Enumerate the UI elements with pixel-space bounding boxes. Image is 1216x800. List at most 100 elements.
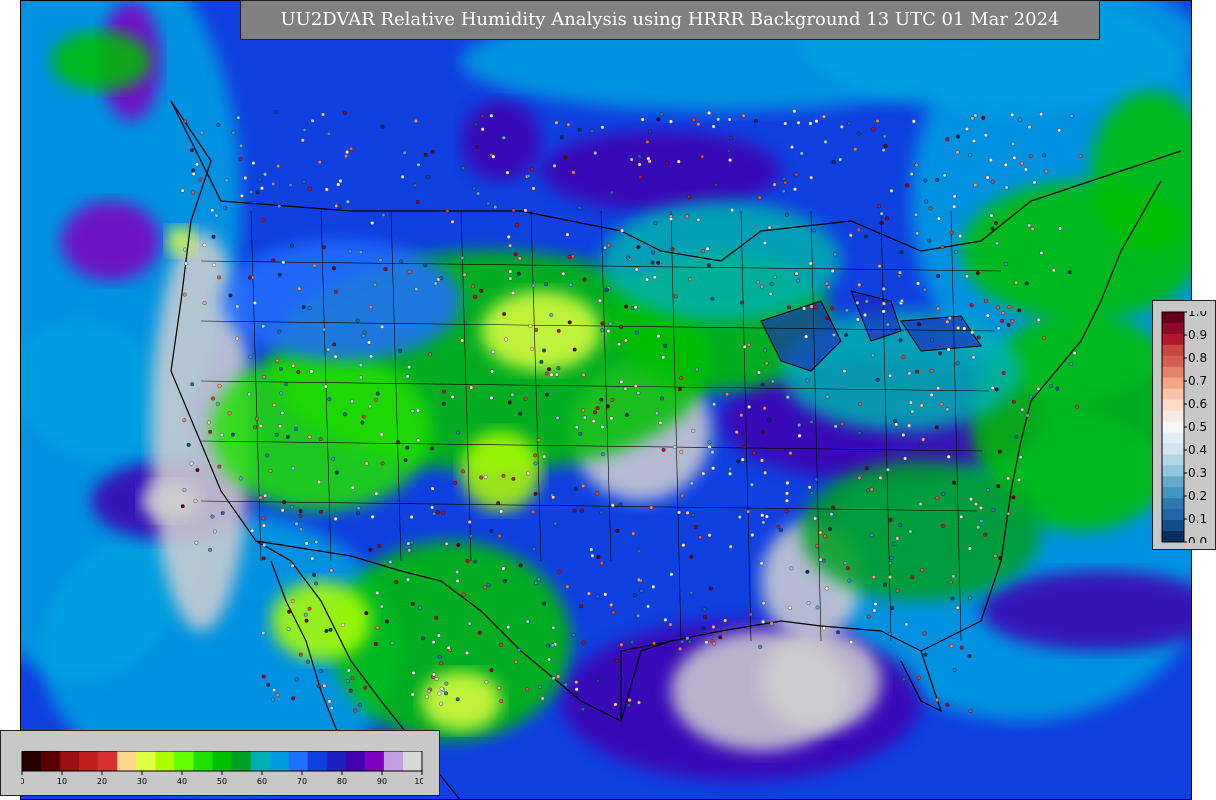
- station-observation-dot-icon: [472, 186, 477, 191]
- station-observation-dot-icon: [416, 438, 421, 443]
- station-observation-dot-icon: [310, 118, 315, 123]
- station-observation-dot-icon: [474, 144, 479, 149]
- station-observation-dot-icon: [964, 127, 969, 131]
- station-observation-dot-icon: [303, 612, 308, 617]
- station-observation-dot-icon: [866, 614, 871, 619]
- station-observation-dot-icon: [399, 259, 403, 264]
- station-observation-dot-icon: [1078, 153, 1083, 158]
- station-observation-dot-icon: [350, 676, 355, 681]
- station-observation-dot-icon: [321, 327, 326, 332]
- station-observation-dot-icon: [996, 484, 1001, 489]
- station-observation-dot-icon: [707, 533, 712, 538]
- rh-colorbar-swatch: [231, 751, 252, 771]
- map-panel[interactable]: [20, 0, 1192, 800]
- station-observation-dot-icon: [679, 449, 684, 454]
- obs-colorbar-tick-label: 0.6: [1188, 397, 1207, 411]
- station-observation-dot-icon: [266, 682, 271, 687]
- rh-colorbar-swatch: [22, 751, 42, 771]
- station-observation-dot-icon: [1011, 495, 1016, 500]
- station-observation-dot-icon: [626, 255, 631, 260]
- station-observation-dot-icon: [556, 328, 561, 333]
- station-observation-dot-icon: [473, 294, 478, 299]
- station-observation-dot-icon: [278, 366, 283, 371]
- station-observation-dot-icon: [572, 692, 577, 697]
- station-observation-dot-icon: [514, 659, 518, 664]
- station-observation-dot-icon: [949, 230, 954, 235]
- station-observation-dot-icon: [756, 280, 760, 285]
- station-observation-dot-icon: [324, 187, 329, 192]
- station-observation-dot-icon: [997, 449, 1002, 454]
- station-observation-dot-icon: [554, 120, 559, 125]
- station-observation-dot-icon: [286, 627, 291, 632]
- station-observation-dot-icon: [486, 201, 491, 206]
- station-observation-dot-icon: [563, 682, 568, 687]
- station-observation-dot-icon: [538, 684, 543, 689]
- station-observation-dot-icon: [250, 528, 255, 533]
- station-observation-dot-icon: [533, 453, 538, 458]
- station-observation-dot-icon: [967, 546, 972, 551]
- station-observation-dot-icon: [567, 320, 572, 325]
- station-observation-dot-icon: [736, 459, 741, 464]
- station-observation-dot-icon: [830, 306, 834, 311]
- station-observation-dot-icon: [252, 425, 257, 430]
- station-observation-dot-icon: [531, 186, 536, 191]
- station-observation-dot-icon: [761, 430, 766, 435]
- station-observation-dot-icon: [312, 572, 317, 577]
- station-observation-dot-icon: [253, 300, 257, 305]
- station-observation-dot-icon: [331, 456, 336, 461]
- station-observation-dot-icon: [360, 420, 365, 425]
- station-observation-dot-icon: [195, 162, 199, 167]
- station-observation-dot-icon: [450, 219, 455, 224]
- station-observation-dot-icon: [691, 512, 696, 517]
- station-observation-dot-icon: [469, 385, 474, 390]
- station-observation-dot-icon: [829, 512, 834, 517]
- station-observation-dot-icon: [876, 204, 881, 209]
- station-observation-dot-icon: [258, 424, 263, 428]
- station-observation-dot-icon: [444, 541, 449, 546]
- station-observation-dot-icon: [537, 438, 541, 442]
- station-observation-dot-icon: [797, 423, 802, 428]
- station-observation-dot-icon: [726, 148, 731, 153]
- station-observation-dot-icon: [1030, 227, 1035, 231]
- rh-colorbar-tick-label: 60: [257, 777, 267, 786]
- station-observation-dot-icon: [1012, 155, 1017, 160]
- station-observation-dot-icon: [901, 355, 906, 360]
- station-observation-dot-icon: [461, 592, 466, 597]
- station-observation-dot-icon: [815, 543, 820, 548]
- station-observation-dot-icon: [609, 190, 614, 195]
- station-observation-dot-icon: [430, 446, 434, 451]
- station-observation-dot-icon: [202, 301, 207, 306]
- station-observation-dot-icon: [236, 115, 241, 120]
- station-observation-dot-icon: [729, 136, 733, 141]
- station-observation-dot-icon: [669, 572, 674, 577]
- station-observation-dot-icon: [542, 348, 547, 353]
- station-observation-dot-icon: [684, 214, 689, 219]
- station-observation-dot-icon: [922, 287, 927, 292]
- station-observation-dot-icon: [794, 172, 799, 177]
- station-observation-dot-icon: [336, 182, 341, 187]
- station-observation-dot-icon: [881, 309, 886, 314]
- station-observation-dot-icon: [480, 127, 485, 132]
- station-observation-dot-icon: [516, 271, 521, 276]
- station-observation-dot-icon: [400, 174, 405, 179]
- station-observation-dot-icon: [581, 372, 586, 377]
- obs-colorbar-swatch: [1162, 377, 1184, 390]
- station-observation-dot-icon: [1039, 251, 1044, 255]
- station-observation-dot-icon: [511, 476, 516, 481]
- station-observation-dot-icon: [993, 553, 998, 558]
- station-observation-dot-icon: [407, 365, 412, 369]
- station-observation-dot-icon: [760, 284, 765, 289]
- station-observation-dot-icon: [953, 249, 958, 254]
- station-observation-dot-icon: [254, 416, 259, 421]
- station-observation-dot-icon: [208, 429, 213, 434]
- station-observation-dot-icon: [526, 471, 531, 476]
- station-observation-dot-icon: [414, 287, 419, 292]
- station-observation-dot-icon: [899, 250, 904, 255]
- station-observation-dot-icon: [257, 177, 262, 182]
- station-observation-dot-icon: [410, 409, 415, 414]
- station-observation-dot-icon: [544, 371, 549, 376]
- station-observation-dot-icon: [428, 352, 433, 357]
- station-observation-dot-icon: [499, 509, 504, 514]
- station-observation-dot-icon: [291, 466, 295, 471]
- obs-colorbar-legend: 1.0 0.9 0.8 0.7 0.6 0.5 0.4 0.3 0.2 0.1 0.0: [1152, 300, 1216, 550]
